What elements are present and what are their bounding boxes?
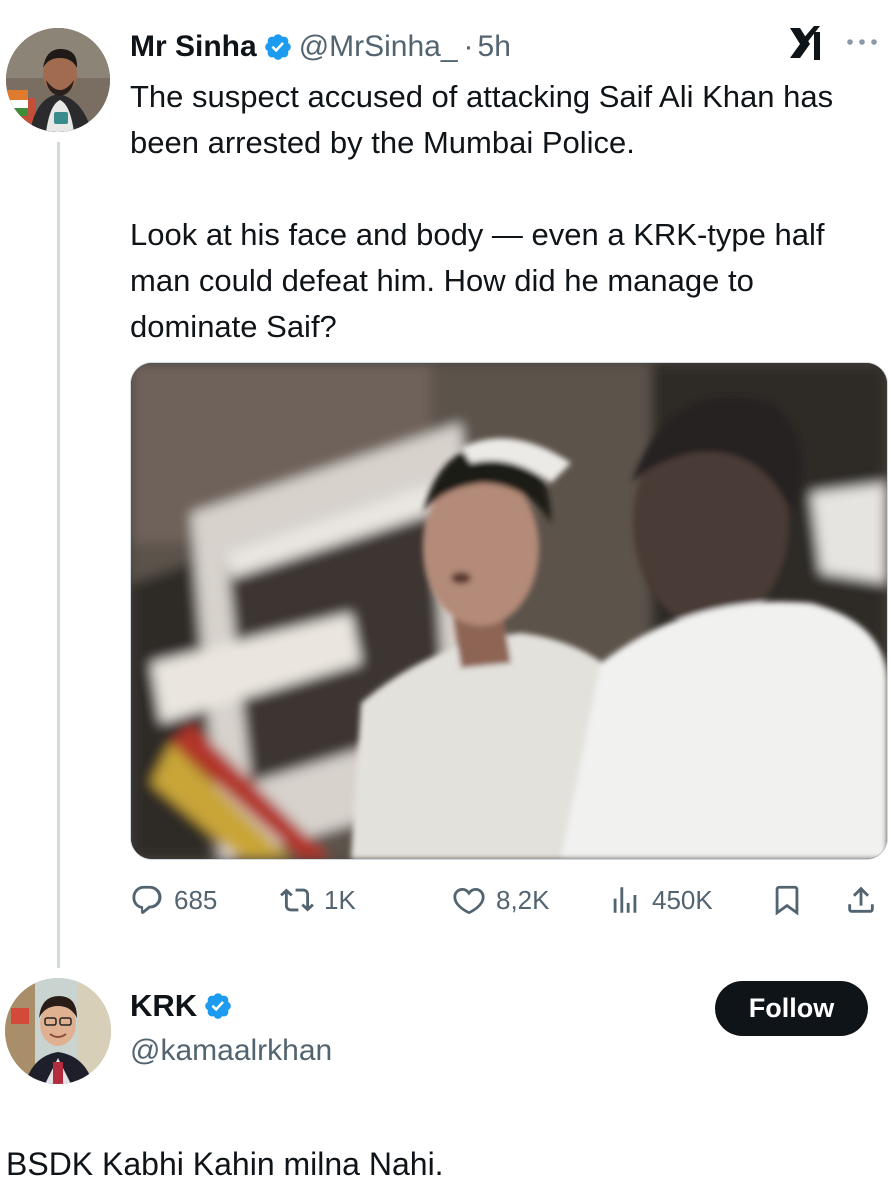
reply-author-avatar[interactable]	[5, 978, 111, 1084]
like-button[interactable]: 8,2K	[452, 870, 550, 930]
follow-button[interactable]: Follow	[715, 981, 868, 1036]
tweet-paragraph: Look at his face and body — even a KRK-t…	[130, 217, 825, 344]
tweet-photo[interactable]	[130, 362, 888, 860]
bookmark-icon	[775, 885, 799, 916]
reply-tweet-text: BSDK Kabhi Kahin milna Nahi.	[6, 1146, 444, 1182]
separator-dot: ·	[463, 30, 474, 63]
tweet-timestamp[interactable]: 5h	[478, 30, 511, 64]
verified-badge-icon	[203, 991, 233, 1021]
more-options-icon[interactable]	[838, 28, 886, 54]
tweet-body: The suspect accused of attacking Saif Al…	[130, 74, 880, 350]
repost-count: 1K	[324, 884, 356, 915]
repost-button[interactable]: 1K	[280, 870, 356, 930]
thread-connector-line	[57, 142, 60, 968]
tweet-header: Mr Sinha @MrSinha_ · 5h	[130, 26, 511, 68]
author-avatar[interactable]	[6, 28, 110, 132]
tweet-paragraph: The suspect accused of attacking Saif Al…	[130, 79, 834, 160]
views-icon	[613, 887, 637, 913]
share-button[interactable]	[844, 870, 878, 930]
reply-author-name-row: KRK	[130, 988, 239, 1024]
like-count: 8,2K	[496, 884, 550, 915]
like-icon	[453, 887, 485, 915]
author-handle[interactable]: @MrSinha_	[299, 30, 458, 64]
reply-count: 685	[174, 884, 218, 915]
tweet-actions: 685 1K 8,2K 450K	[130, 870, 886, 930]
reply-icon	[132, 885, 162, 914]
bookmark-button[interactable]	[770, 870, 804, 930]
views-button[interactable]: 450K	[608, 870, 713, 930]
reply-button[interactable]: 685	[130, 870, 217, 930]
reply-author-name[interactable]: KRK	[130, 988, 197, 1024]
repost-icon	[280, 888, 314, 912]
verified-badge-icon	[263, 32, 293, 62]
views-count: 450K	[652, 884, 713, 915]
share-icon	[848, 886, 874, 913]
x-logo-icon[interactable]	[786, 22, 828, 64]
reply-author-handle[interactable]: @kamaalrkhan	[130, 1034, 332, 1068]
author-name[interactable]: Mr Sinha	[130, 30, 257, 64]
